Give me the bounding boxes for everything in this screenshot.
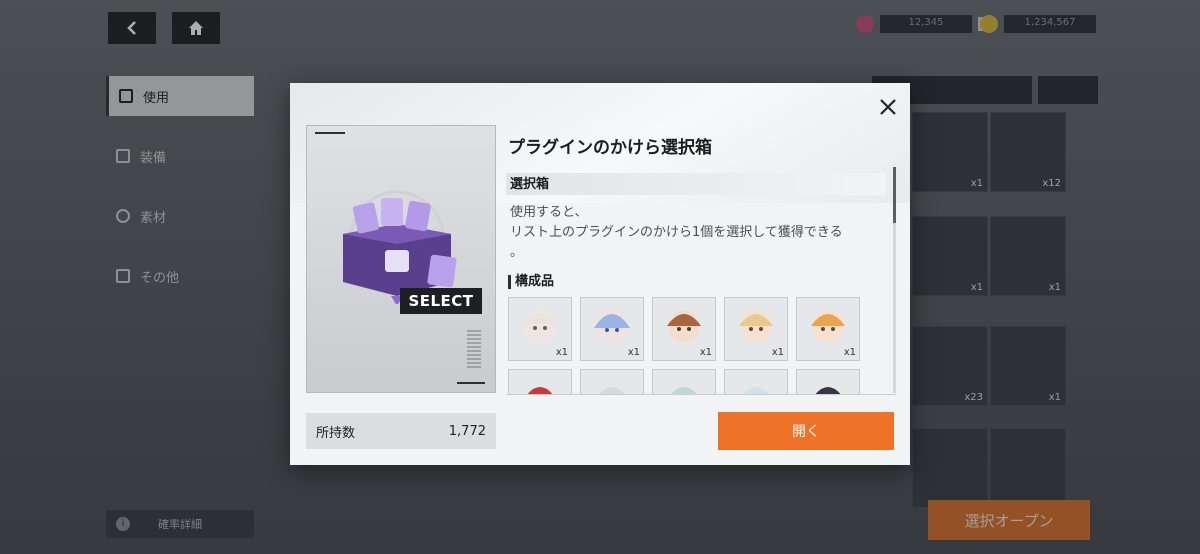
character-portrait-icon bbox=[743, 387, 769, 394]
component-item[interactable] bbox=[580, 369, 644, 394]
component-item[interactable] bbox=[508, 369, 572, 394]
character-portrait-icon bbox=[671, 387, 697, 394]
component-item[interactable] bbox=[652, 369, 716, 394]
close-button[interactable] bbox=[874, 93, 902, 121]
owned-value: 1,772 bbox=[448, 423, 486, 439]
components-grid: x1 x1 x1 x1 x1 bbox=[508, 297, 896, 394]
item-title: プラグインのかけら選択箱 bbox=[508, 138, 712, 158]
item-detail-modal: SELECT 所持数 1,772 プラグインのかけら選択箱 選択箱 使用すると、… bbox=[290, 83, 910, 465]
component-item[interactable] bbox=[796, 369, 860, 394]
open-button[interactable]: 開く bbox=[718, 412, 894, 450]
barcode-decoration bbox=[467, 330, 481, 370]
character-portrait-icon bbox=[599, 387, 625, 394]
character-portrait-icon bbox=[527, 387, 553, 394]
description-panel[interactable]: 選択箱 使用すると、 リスト上のプラグインのかけら1個を選択して獲得できる 。 … bbox=[506, 167, 896, 395]
close-icon bbox=[880, 99, 896, 115]
item-description: 使用すると、 リスト上のプラグインのかけら1個を選択して獲得できる 。 bbox=[510, 205, 843, 260]
component-item[interactable] bbox=[724, 369, 788, 394]
component-item[interactable]: x1 bbox=[580, 297, 644, 361]
component-item[interactable]: x1 bbox=[652, 297, 716, 361]
select-box-icon bbox=[343, 190, 457, 304]
item-card: SELECT bbox=[306, 125, 496, 393]
owned-label: 所持数 bbox=[316, 425, 356, 441]
owned-count-row: 所持数 1,772 bbox=[306, 413, 496, 449]
select-tag: SELECT bbox=[400, 288, 482, 314]
item-category: 選択箱 bbox=[506, 173, 886, 195]
component-item[interactable]: x1 bbox=[796, 297, 860, 361]
component-item[interactable]: x1 bbox=[724, 297, 788, 361]
component-item[interactable]: x1 bbox=[508, 297, 572, 361]
components-heading: 構成品 bbox=[508, 275, 554, 289]
character-portrait-icon bbox=[815, 387, 841, 394]
